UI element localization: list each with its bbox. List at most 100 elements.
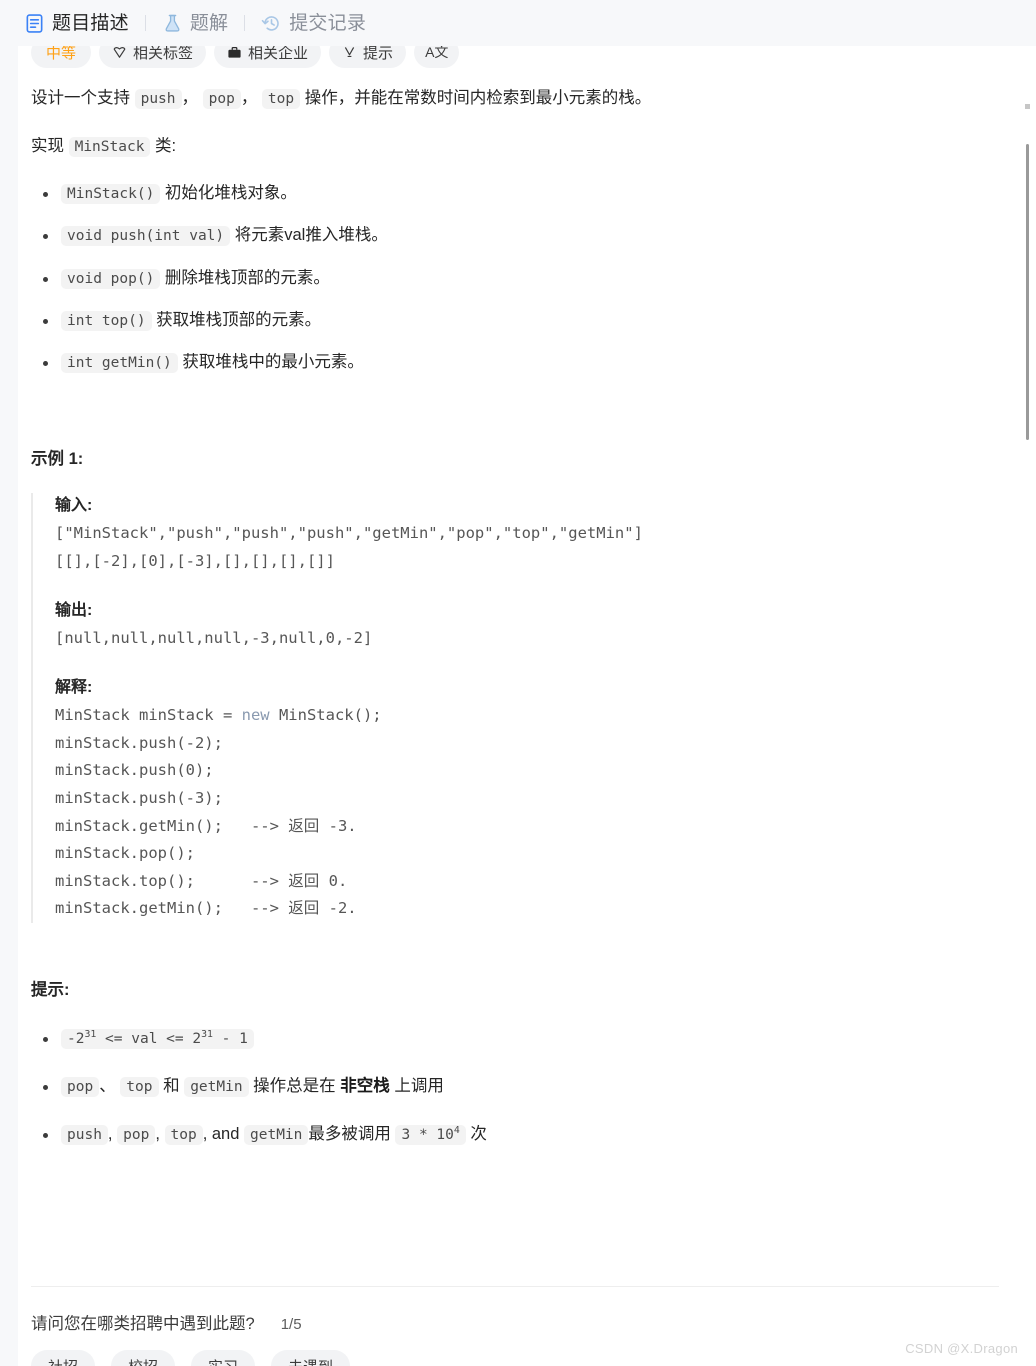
problem-description-page: 中等 相关标签 相关企业 提示 A文 设计一个支持 push ， pop ， t… [0,0,1036,1366]
code-pop: pop [117,1125,156,1146]
code-pop: pop [202,89,241,109]
description-icon [26,13,43,33]
intro-paragraph: 设计一个支持 push， pop， top 操作，并能在常数时间内检索到最小元素… [31,84,1023,113]
lightbulb-icon [344,46,355,57]
implement-paragraph: 实现 MinStack 类: [31,132,1023,161]
list-item: int getMin() 获取堆栈中的最小元素。 [31,349,1023,375]
implement-text-a: 实现 [31,136,64,155]
tab-solutions[interactable]: 题解 [160,0,230,46]
list-item: MinStack() 初始化堆栈对象。 [31,180,1023,206]
call-count-limit: 3 * 104 [395,1125,466,1146]
hint-sep-3: , and [202,1125,240,1144]
method-description: 获取堆栈顶部的元素。 [156,310,322,329]
constraint-sup-2: 31 [201,1029,213,1041]
method-list: MinStack() 初始化堆栈对象。 void push(int val) 将… [31,180,1023,376]
survey-question: 请问您在哪类招聘中遇到此题? [31,1315,255,1333]
constraint-sup-1: 31 [84,1029,97,1041]
code-top: top [261,89,301,109]
example-title: 示例 1: [31,449,84,468]
tab-submissions[interactable]: 提交记录 [259,0,368,46]
survey-question-row: 请问您在哪类招聘中遇到此题? 1/5 [31,1310,999,1334]
list-item: pop、 top 和 getMin 操作总是在 非空栈 上调用 [31,1072,1023,1100]
keyword-new: new [241,706,270,725]
tab-description[interactable]: 题目描述 [22,0,131,46]
method-description: 将元素val推入堆栈。 [234,226,388,245]
survey-option-weiyudao[interactable]: 未遇到 [271,1350,351,1366]
code-getmin: getMin [244,1125,309,1146]
explain-line-pre: MinStack minStack = [55,706,242,725]
method-description: 获取堆栈中的最小元素。 [182,353,364,372]
method-description: 初始化堆栈对象。 [164,183,297,202]
hint-sep-1: , [107,1125,113,1144]
call-count-base: 3 * 10 [401,1127,454,1144]
survey-options: 社招 校招 实习 未遇到 [31,1350,999,1366]
footer-divider [31,1286,999,1287]
example-input-value: ["MinStack","push","push","push","getMin… [55,524,643,570]
flask-icon [165,14,180,32]
tab-divider [144,15,146,31]
call-count-exp: 4 [453,1125,460,1137]
code-top: top [164,1125,203,1146]
list-item: -231 <= val <= 231 - 1 [31,1024,1023,1052]
method-signature: int getMin() [61,353,178,374]
hints-list: -231 <= val <= 231 - 1 pop、 top 和 getMin… [31,1024,1023,1148]
code-push: push [134,89,182,109]
hint-text-a: 操作总是在 [253,1077,336,1096]
tab-solutions-label: 题解 [189,12,229,34]
list-item: push, pop, top, and getMin 最多被调用 3 * 104 … [31,1120,1023,1148]
code-pop: pop [61,1077,100,1098]
example-block: 输入: ["MinStack","push","push","push","ge… [31,492,1023,923]
list-item: int top() 获取堆栈顶部的元素。 [31,307,1023,333]
sep-2: ， [240,89,258,107]
tab-submissions-label: 提交记录 [289,12,367,34]
method-signature: MinStack() [61,183,161,204]
hint-sep-1: 、 [99,1077,116,1096]
hint-sep-2: , [155,1125,160,1144]
code-push: push [61,1125,108,1146]
constraint-range: -231 <= val <= 231 - 1 [61,1029,254,1050]
implement-text-b: 类: [155,136,177,155]
constraint-mid: <= val <= 2 [96,1031,202,1048]
tab-bar: 题目描述 题解 提交记录 [0,0,1036,46]
list-item: void push(int val) 将元素val推入堆栈。 [31,222,1023,248]
intro-text-a: 设计一个支持 [31,89,130,107]
example-input-label: 输入: [55,496,93,514]
example-output-value: [null,null,null,null,-3,null,0,-2] [55,629,373,648]
method-description: 删除堆栈顶部的元素。 [164,268,330,287]
example-explain-label: 解释: [55,678,93,696]
description-body: 设计一个支持 push， pop， top 操作，并能在常数时间内检索到最小元素… [31,84,1023,1168]
tab-divider [244,15,246,31]
sep-1: ， [181,89,199,107]
survey-option-shezhao[interactable]: 社招 [31,1350,96,1366]
constraint-pre: -2 [67,1031,85,1048]
example-output-label: 输出: [55,601,93,619]
code-minstack-class: MinStack [68,136,151,157]
history-icon [261,15,280,31]
hint-text-b: 次 [470,1125,487,1144]
survey-section: 请问您在哪类招聘中遇到此题? 1/5 社招 校招 实习 未遇到 [31,1310,999,1366]
hint-text-a: 最多被调用 [308,1125,391,1144]
hint-text-b: 上调用 [394,1077,444,1096]
constraint-post: - 1 [212,1031,248,1048]
survey-option-shixi[interactable]: 实习 [191,1350,256,1366]
method-signature: int top() [61,310,152,331]
briefcase-icon [228,46,241,58]
hints-title: 提示: [31,980,70,999]
list-item: void pop() 删除堆栈顶部的元素。 [31,265,1023,291]
method-signature: void push(int val) [61,226,231,247]
tab-description-label: 题目描述 [52,12,129,34]
survey-progress: 1/5 [280,1316,302,1333]
scrollbar-thumb[interactable] [1026,144,1029,440]
content-card: 中等 相关标签 相关企业 提示 A文 设计一个支持 push ， pop ， t… [18,38,1036,1366]
watermark: CSDN @X.Dragon [905,1341,1018,1356]
hint-emphasis: 非空栈 [340,1077,390,1096]
code-top: top [120,1077,159,1098]
scrollbar-up-arrow[interactable] [1025,104,1030,109]
hint-conjunction: 和 [163,1077,180,1096]
code-getmin: getMin [184,1077,249,1098]
survey-option-xiaozhao[interactable]: 校招 [111,1350,176,1366]
example-explain-code: MinStack minStack = new MinStack(); minS… [55,702,1023,923]
explain-line-post: MinStack(); [269,706,382,725]
